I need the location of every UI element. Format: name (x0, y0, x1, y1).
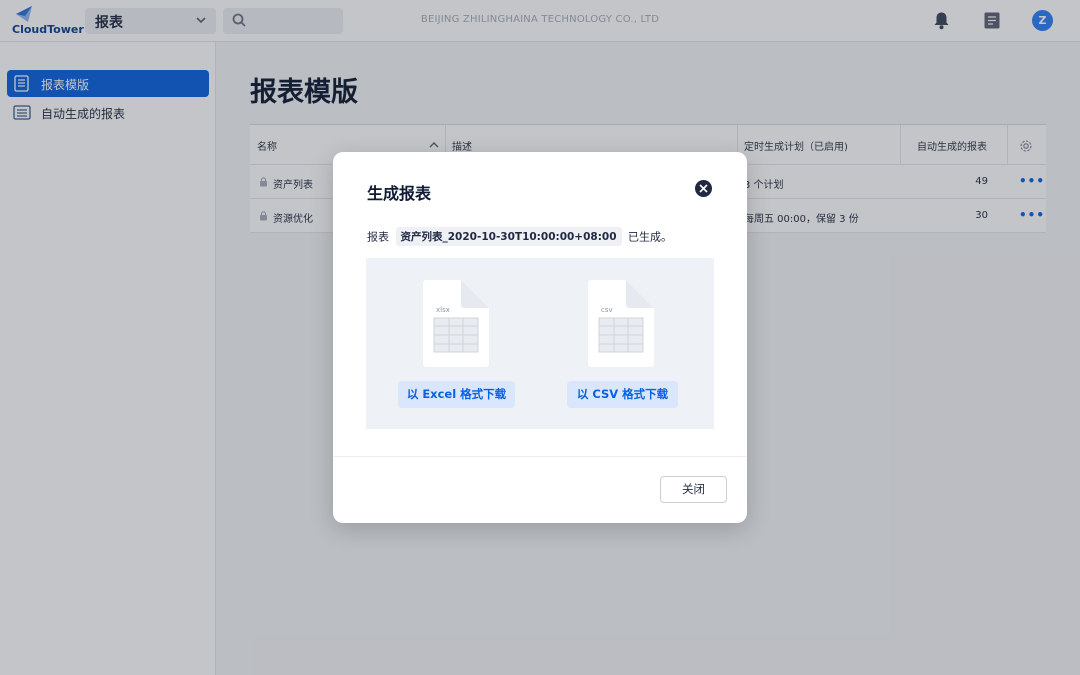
message-suffix: 已生成。 (628, 230, 673, 244)
close-icon[interactable] (695, 180, 712, 197)
download-csv-button[interactable]: 以 CSV 格式下载 (567, 381, 678, 408)
message-prefix: 报表 (367, 230, 389, 244)
dialog-message: 报表 资产列表_2020-10-30T10:00:00+08:00 已生成。 (367, 227, 672, 247)
generate-report-dialog: 生成报表 报表 资产列表_2020-10-30T10:00:00+08:00 已… (333, 152, 747, 523)
close-x-icon (699, 184, 708, 193)
download-options: xlsx 以 Excel 格式下载 csv 以 CSV 格式下载 (366, 258, 714, 429)
excel-file-icon (423, 280, 489, 367)
file-name-tag: 资产列表_2020-10-30T10:00:00+08:00 (395, 227, 622, 246)
dialog-title: 生成报表 (367, 184, 432, 203)
csv-file-icon (588, 280, 654, 367)
download-excel-button[interactable]: 以 Excel 格式下载 (398, 381, 515, 408)
excel-file-type-label: xlsx (436, 306, 450, 314)
csv-file-type-label: csv (601, 306, 613, 314)
close-button[interactable]: 关闭 (660, 476, 727, 503)
dialog-footer-divider (333, 456, 747, 457)
